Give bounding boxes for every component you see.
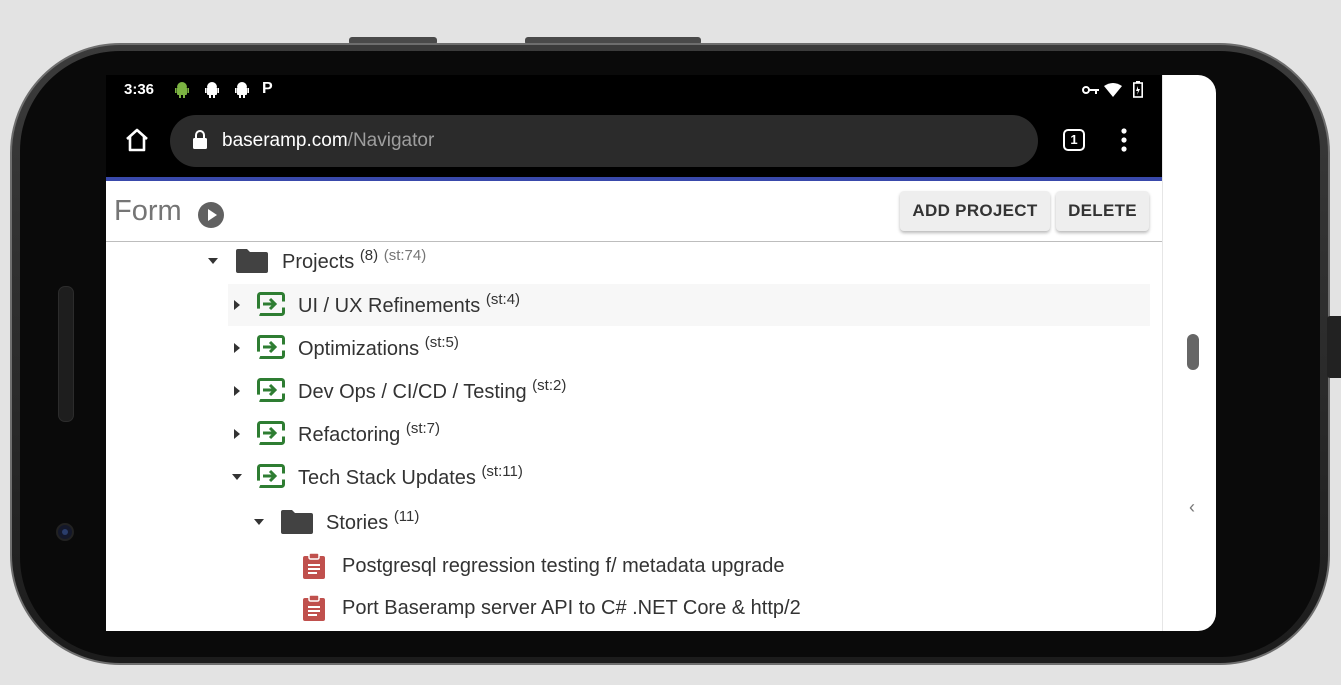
android-icon — [235, 82, 249, 98]
page-title: Form — [114, 195, 182, 227]
side-button-right — [1327, 316, 1341, 378]
caret-right-icon[interactable] — [234, 386, 240, 396]
tree-row-project[interactable]: Tech Stack Updates (st:11) — [228, 456, 1150, 498]
tree-row-story[interactable]: Postgresql regression testing f/ metadat… — [106, 546, 1162, 588]
tree-label: UI / UX Refinements (st:4) — [298, 291, 520, 318]
caret-down-icon[interactable] — [232, 474, 242, 480]
home-icon[interactable] — [124, 127, 150, 153]
project-label: Dev Ops / CI/CD / Testing — [298, 381, 527, 403]
scrollbar-thumb[interactable] — [1187, 334, 1199, 370]
tree-label: Stories (11) — [326, 508, 419, 535]
stories-label: Stories — [326, 512, 389, 534]
url-path: /Navigator — [347, 130, 435, 151]
chevron-left-icon[interactable]: ‹ — [1189, 497, 1195, 518]
browser-toolbar: baseramp.com/Navigator 1 — [106, 105, 1162, 177]
project-label: Refactoring — [298, 424, 401, 446]
project-label: Tech Stack Updates — [298, 467, 476, 489]
projects-label: Projects — [282, 251, 355, 273]
delete-button[interactable]: DELETE — [1056, 191, 1149, 231]
address-bar[interactable]: baseramp.com/Navigator — [170, 115, 1038, 167]
folder-icon — [236, 249, 268, 273]
caret-right-icon[interactable] — [234, 300, 240, 310]
form-toolbar: Form ADD PROJECT DELETE — [106, 181, 1162, 242]
p-icon: P — [262, 80, 273, 97]
overflow-menu-icon[interactable] — [1120, 127, 1128, 153]
project-label: UI / UX Refinements — [298, 295, 481, 317]
lock-icon — [193, 130, 207, 149]
folder-icon — [281, 510, 313, 534]
tree-row-project[interactable]: UI / UX Refinements (st:4) — [228, 284, 1150, 326]
device-screen: 3:36 P baseramp.com/Navigator 1 Form ADD… — [106, 75, 1216, 631]
project-stat: (st:4) — [485, 291, 521, 308]
status-time: 3:36 — [124, 81, 155, 98]
tree-label: Projects (8) (st:74) — [282, 247, 426, 274]
caret-right-icon[interactable] — [234, 429, 240, 439]
project-icon — [257, 464, 285, 488]
project-icon — [257, 335, 285, 359]
caret-down-icon[interactable] — [208, 258, 218, 264]
page-content: Form ADD PROJECT DELETE Projects (8) (st… — [106, 181, 1162, 631]
tab-count: 1 — [1070, 132, 1078, 147]
story-label: Port Baseramp server API to C# .NET Core… — [342, 597, 801, 619]
url-domain: baseramp.com — [222, 130, 348, 151]
android-icon — [205, 82, 219, 98]
caret-right-icon[interactable] — [234, 343, 240, 353]
project-icon — [257, 421, 285, 445]
battery-icon — [1133, 81, 1143, 98]
status-bar: 3:36 P — [106, 75, 1162, 105]
wifi-icon — [1104, 83, 1122, 97]
tree-label: Refactoring (st:7) — [298, 420, 440, 447]
project-label: Optimizations — [298, 338, 420, 360]
tree-row-project[interactable]: Optimizations (st:5) — [228, 327, 1150, 369]
url-text: baseramp.com/Navigator — [222, 130, 434, 152]
project-stat: (st:7) — [405, 420, 441, 437]
front-camera — [56, 523, 74, 541]
clipboard-icon — [303, 553, 325, 579]
project-icon — [257, 378, 285, 402]
project-stat: (st:2) — [532, 377, 567, 394]
tree-row-project[interactable]: Refactoring (st:7) — [228, 413, 1150, 455]
tree-row-story[interactable]: Port Baseramp server API to C# .NET Core… — [106, 588, 1162, 630]
side-panel: ‹ — [1162, 75, 1216, 631]
project-icon — [257, 292, 285, 316]
projects-count: (8) — [359, 247, 379, 264]
stories-count: (11) — [393, 508, 420, 525]
tree-label: Dev Ops / CI/CD / Testing (st:2) — [298, 377, 566, 404]
tree-label: Tech Stack Updates (st:11) — [298, 463, 523, 490]
speaker-grille — [58, 286, 74, 422]
projects-stat: (st:74) — [383, 247, 427, 264]
tab-switcher-button[interactable]: 1 — [1063, 129, 1085, 151]
clipboard-icon — [303, 595, 325, 621]
caret-down-icon[interactable] — [254, 519, 264, 525]
tree-row-project[interactable]: Dev Ops / CI/CD / Testing (st:2) — [228, 370, 1150, 412]
project-stat: (st:5) — [424, 334, 459, 351]
key-icon — [1082, 86, 1099, 94]
tree-row-stories[interactable]: Stories (11) — [106, 502, 1162, 544]
add-project-button[interactable]: ADD PROJECT — [900, 191, 1050, 231]
story-label: Postgresql regression testing f/ metadat… — [342, 555, 785, 577]
project-stat: (st:11) — [481, 463, 523, 480]
tree-row-projects[interactable]: Projects (8) (st:74) — [106, 243, 1162, 281]
tree-label: Optimizations (st:5) — [298, 334, 459, 361]
android-icon — [175, 82, 189, 98]
play-circle-icon[interactable] — [198, 202, 224, 228]
